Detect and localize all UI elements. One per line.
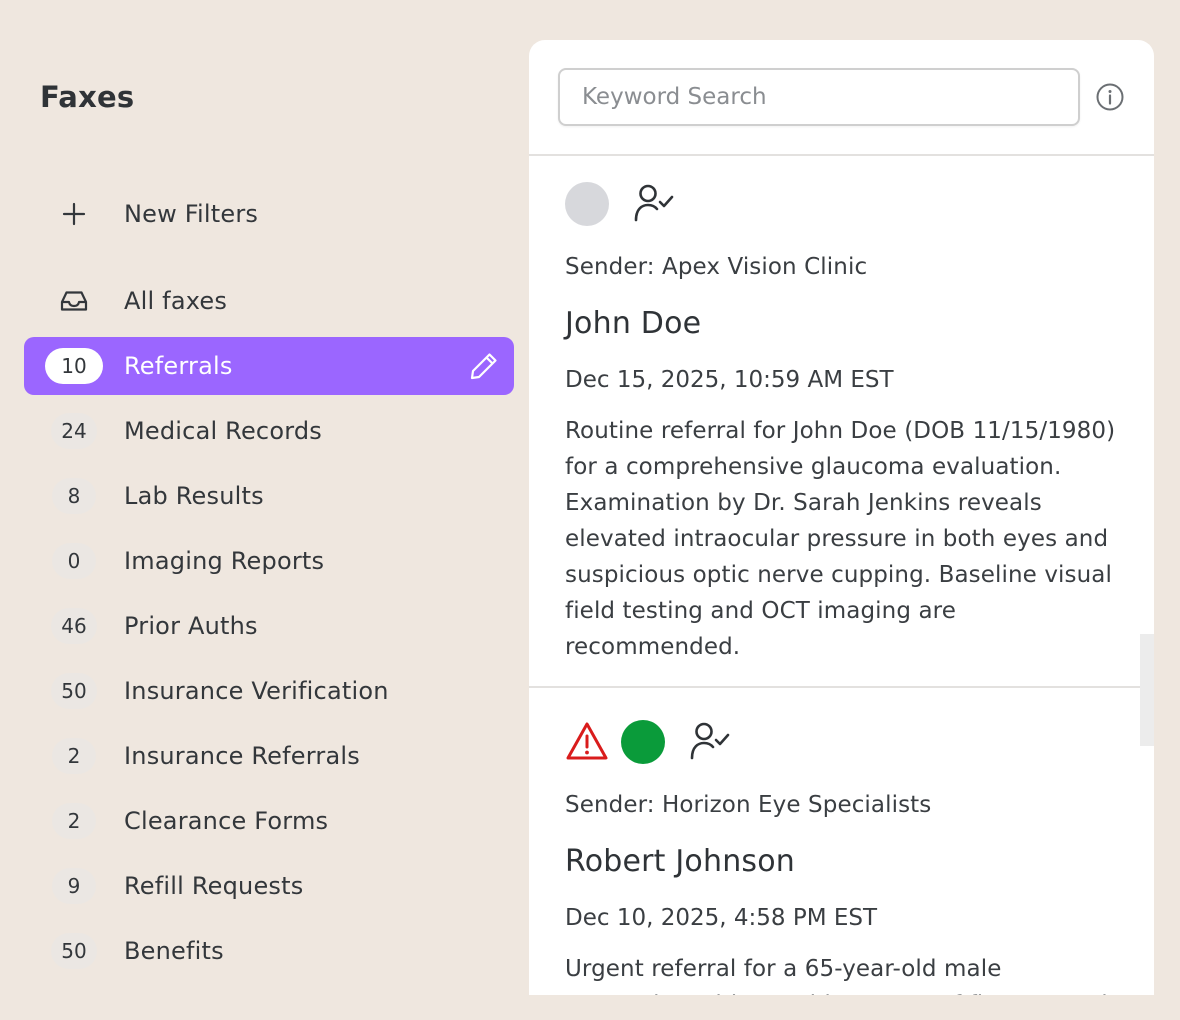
info-icon[interactable] <box>1095 82 1125 112</box>
faxes-page: Faxes New Filters All faxes 10 Referrals <box>0 0 1180 1020</box>
count-badge: 50 <box>51 673 97 709</box>
fax-card[interactable]: Sender: Apex Vision Clinic John Doe Dec … <box>529 180 1154 665</box>
fax-sender: Sender: Apex Vision Clinic <box>565 254 868 280</box>
sidebar-item-insurance-verification[interactable]: 50 Insurance Verification <box>24 662 514 720</box>
patient-name: John Doe <box>565 306 702 341</box>
sidebar-item-medical-records[interactable]: 24 Medical Records <box>24 402 514 460</box>
page-title: Faxes <box>40 80 135 114</box>
status-dot-gray <box>565 182 609 226</box>
sidebar-item-benefits[interactable]: 50 Benefits <box>24 922 514 980</box>
count-badge: 2 <box>52 738 96 774</box>
search-input[interactable] <box>558 68 1080 126</box>
pencil-icon[interactable] <box>468 350 500 382</box>
fax-list-panel: Sender: Apex Vision Clinic John Doe Dec … <box>529 40 1154 995</box>
count-badge: 24 <box>51 413 97 449</box>
sidebar-item-label: Benefits <box>124 937 224 965</box>
sidebar-item-label: Imaging Reports <box>124 547 325 575</box>
sidebar-item-all-faxes[interactable]: All faxes <box>24 272 514 330</box>
sidebar-item-label: Insurance Referrals <box>124 742 360 770</box>
sidebar-item-label: Referrals <box>124 352 233 380</box>
fax-summary: Routine referral for John Doe (DOB 11/15… <box>565 418 1116 660</box>
plus-icon <box>62 202 86 226</box>
fax-status-icons <box>565 718 1154 766</box>
sidebar-item-label: Lab Results <box>124 482 264 510</box>
patient-name: Robert Johnson <box>565 844 796 879</box>
sidebar-item-insurance-referrals[interactable]: 2 Insurance Referrals <box>24 727 514 785</box>
count-badge: 2 <box>52 803 96 839</box>
inbox-icon <box>60 291 88 311</box>
user-check-icon <box>690 722 730 760</box>
sidebar-item-clearance-forms[interactable]: 2 Clearance Forms <box>24 792 514 850</box>
sidebar-item-refill-requests[interactable]: 9 Refill Requests <box>24 857 514 915</box>
sidebar-item-lab-results[interactable]: 8 Lab Results <box>24 467 514 525</box>
fax-summary: Urgent referral for a 65-year-old male p… <box>565 956 1108 995</box>
scrollbar-thumb[interactable] <box>1140 634 1154 746</box>
sidebar-item-label: Refill Requests <box>124 872 304 900</box>
sidebar-item-prior-auths[interactable]: 46 Prior Auths <box>24 597 514 655</box>
fax-card[interactable]: Sender: Horizon Eye Specialists Robert J… <box>529 686 1154 995</box>
count-badge: 9 <box>52 868 96 904</box>
new-filters-button[interactable]: New Filters <box>24 185 514 243</box>
sidebar-item-imaging-reports[interactable]: 0 Imaging Reports <box>24 532 514 590</box>
sidebar-item-label: Medical Records <box>124 417 322 445</box>
user-check-icon <box>634 184 674 222</box>
count-badge: 10 <box>45 348 103 384</box>
fax-date: Dec 15, 2025, 10:59 AM EST <box>565 367 894 393</box>
warning-icon <box>566 722 608 760</box>
status-dot-green <box>621 720 665 764</box>
count-badge: 46 <box>51 608 97 644</box>
count-badge: 8 <box>52 478 96 514</box>
sidebar: Faxes New Filters All faxes 10 Referrals <box>0 0 530 1020</box>
fax-date: Dec 10, 2025, 4:58 PM EST <box>565 905 878 931</box>
fax-sender: Sender: Horizon Eye Specialists <box>565 792 932 818</box>
all-faxes-label: All faxes <box>124 287 228 315</box>
count-badge: 0 <box>52 543 96 579</box>
new-filters-label: New Filters <box>124 200 259 228</box>
fax-status-icons <box>565 180 1154 228</box>
search-bar <box>529 40 1154 156</box>
sidebar-item-label: Insurance Verification <box>124 677 389 705</box>
sidebar-item-label: Prior Auths <box>124 612 258 640</box>
sidebar-item-label: Clearance Forms <box>124 807 329 835</box>
count-badge: 50 <box>51 933 97 969</box>
sidebar-item-referrals[interactable]: 10 Referrals <box>24 337 514 395</box>
